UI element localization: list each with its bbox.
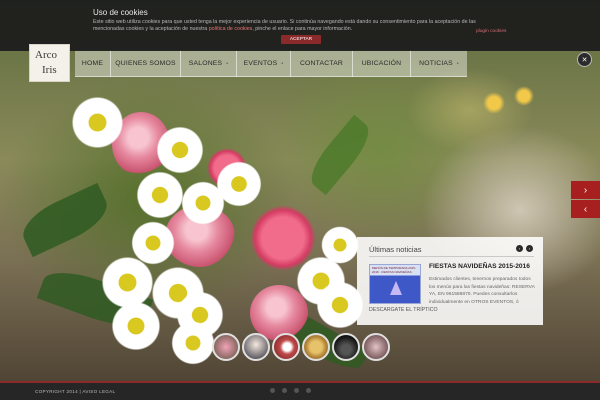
slider-thumbnails [212, 333, 390, 361]
daisy-flower [155, 125, 205, 175]
slide-thumbnail[interactable] [302, 333, 330, 361]
news-excerpt: Estimados clientes, tenemos preparados t… [429, 277, 535, 305]
slide-thumbnail[interactable] [242, 333, 270, 361]
nav-item-home[interactable]: HOME [75, 50, 111, 77]
dropdown-indicator-icon: • [281, 60, 284, 67]
footer-social-icons [270, 388, 311, 393]
nav-item-salones[interactable]: SALONES • [181, 50, 237, 77]
logo-text-line2: Iris [42, 64, 57, 76]
nav-item-label: QUIENES SOMOS [115, 60, 176, 67]
news-heading: Últimas noticias [369, 245, 422, 254]
nav-item-noticias[interactable]: NOTICIAS • [411, 50, 467, 77]
yellow-flower [514, 86, 534, 106]
daisy-flower [170, 320, 216, 366]
social-icon[interactable] [306, 388, 311, 393]
news-thumbnail-text: MENÚS DE TEMPORADA 2015-2016 · FIESTAS N… [372, 266, 416, 274]
chevron-left-icon: ‹ [583, 203, 588, 215]
dropdown-indicator-icon: • [226, 60, 229, 67]
news-next-button[interactable]: › [526, 245, 533, 252]
daisy-flower [320, 225, 360, 265]
site-logo[interactable]: Arco Iris [29, 44, 70, 82]
cookie-policy-link[interactable]: política de cookies [209, 26, 253, 32]
cookie-consent-bar: Uso de cookies Este sitio web utiliza co… [0, 0, 600, 51]
daisy-flower [180, 180, 226, 226]
logo-text-line1: Arco [35, 49, 57, 61]
nav-item-label: CONTACTAR [299, 60, 344, 67]
social-icon[interactable] [270, 388, 275, 393]
cookie-title: Uso de cookies [93, 8, 148, 17]
divider [369, 256, 534, 257]
nav-item-label: EVENTOS [243, 60, 278, 67]
main-navbar: HOME QUIENES SOMOS SALONES • EVENTOS • C… [75, 50, 467, 77]
slide-thumbnail[interactable] [362, 333, 390, 361]
nav-item-label: SALONES [188, 60, 223, 67]
slide-thumbnail[interactable] [332, 333, 360, 361]
cookie-message-text-end: , pinche el enlace para mayor informació… [252, 25, 353, 32]
news-title[interactable]: FIESTAS NAVIDEÑAS 2015-2016 [429, 263, 530, 270]
footer-copyright[interactable]: COPYRIGHT 2014 | AVISO LEGAL [35, 389, 115, 394]
news-pager: ‹ › [516, 245, 533, 252]
leaf-shape [302, 114, 378, 196]
site-footer: COPYRIGHT 2014 | AVISO LEGAL [0, 381, 600, 400]
cookie-accept-button[interactable]: ACEPTAR [281, 35, 321, 44]
dropdown-indicator-icon: • [456, 60, 459, 67]
nav-item-eventos[interactable]: EVENTOS • [237, 50, 291, 77]
chevron-right-icon: › [583, 184, 588, 196]
social-icon[interactable] [294, 388, 299, 393]
slider-prev-button[interactable]: ‹ [571, 200, 600, 218]
nav-item-label: NOTICIAS [419, 60, 453, 67]
nav-item-label: UBICACIÓN [361, 60, 402, 67]
news-prev-button[interactable]: ‹ [516, 245, 523, 252]
daisy-flower [70, 95, 125, 150]
daisy-flower [110, 300, 162, 352]
news-thumbnail-image[interactable]: MENÚS DE TEMPORADA 2015-2016 · FIESTAS N… [369, 264, 421, 304]
slider-next-button[interactable]: › [571, 181, 600, 199]
slide-thumbnail[interactable] [212, 333, 240, 361]
cookie-plugin-link[interactable]: plugin cookies [476, 29, 506, 34]
download-brochure-link[interactable]: DESCARGATE EL TRÍPTICO [369, 307, 438, 313]
yellow-flower [483, 92, 505, 114]
social-icon[interactable] [282, 388, 287, 393]
leaf-shape [15, 182, 115, 258]
latest-news-panel: Últimas noticias ‹ › MENÚS DE TEMPORADA … [357, 237, 543, 325]
daisy-flower [135, 170, 185, 220]
nav-item-ubicacion[interactable]: UBICACIÓN [353, 50, 411, 77]
close-icon[interactable]: ✕ [577, 52, 592, 67]
nav-item-label: HOME [81, 60, 104, 67]
nav-item-quienes-somos[interactable]: QUIENES SOMOS [111, 50, 181, 77]
cookie-message: Este sitio web utiliza cookies para que … [93, 19, 508, 32]
nav-item-contactar[interactable]: CONTACTAR [291, 50, 353, 77]
slide-thumbnail[interactable] [272, 333, 300, 361]
christmas-tree-icon [390, 281, 402, 295]
